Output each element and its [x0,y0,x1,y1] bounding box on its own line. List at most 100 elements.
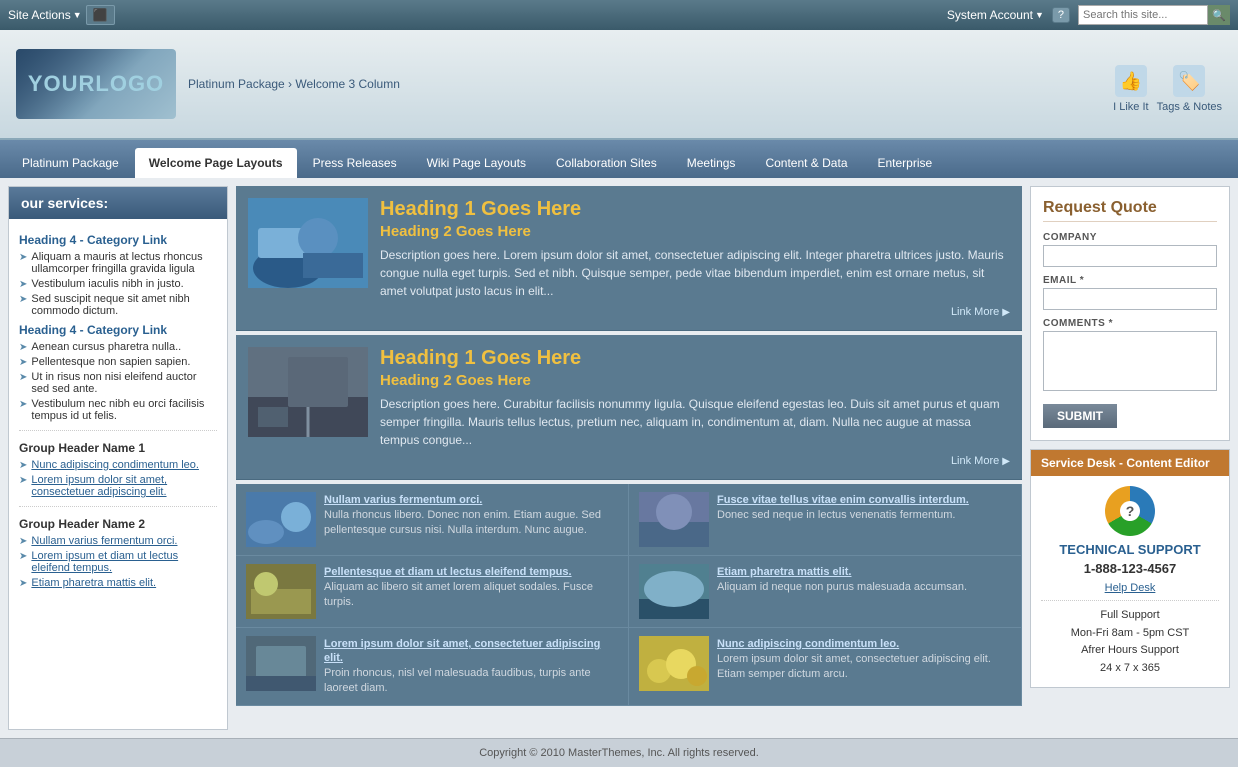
service-divider [1041,600,1219,601]
card-title-1[interactable]: Nullam varius fermentum orci. [324,494,482,506]
quote-form-box: Request Quote COMPANY EMAIL * COMMENTS *… [1030,186,1230,441]
help-desk-link[interactable]: Help Desk [1105,582,1156,594]
bullet-arrow-icon: ➤ [19,372,27,383]
bullet-item: ➤ Ut in risus non nisi eleifend auctor s… [19,371,217,395]
system-account-button[interactable]: System Account ▼ [947,8,1044,22]
bullet-arrow-icon: ➤ [19,342,27,353]
help-button[interactable]: ? [1052,7,1070,23]
bullet-item: ➤ Pellentesque non sapien sapien. [19,356,217,368]
card-text-1: Nullam varius fermentum orci. Nulla rhon… [324,492,618,539]
group-link[interactable]: Nunc adipiscing condimentum leo. [31,459,199,471]
support-icon: ? [1105,486,1155,536]
card-6: Nunc adipiscing condimentum leo. Lorem i… [629,628,1022,706]
bullet-item: ➤ Lorem ipsum dolor sit amet, consectetu… [19,474,217,498]
group-link[interactable]: Etiam pharetra mattis elit. [31,577,156,589]
card-svg-1 [246,492,316,547]
card-desc-6: Lorem ipsum dolor sit amet, consectetuer… [717,652,1011,683]
nav-tab-collab[interactable]: Collaboration Sites [542,148,671,178]
bullet-item: ➤ Nunc adipiscing condimentum leo. [19,459,217,471]
search-input[interactable] [1078,5,1208,25]
card-svg-3 [246,564,316,619]
card-text-4: Etiam pharetra mattis elit. Aliquam id n… [717,564,1011,595]
nav-tab-press[interactable]: Press Releases [299,148,411,178]
card-1: Nullam varius fermentum orci. Nulla rhon… [236,484,629,556]
group-link[interactable]: Nullam varius fermentum orci. [31,535,177,547]
nav-tab-enterprise[interactable]: Enterprise [864,148,947,178]
link-more-link-1[interactable]: Link More ▶ [951,306,1010,318]
company-input[interactable] [1043,245,1217,267]
service-phone: 1-888-123-4567 [1041,561,1219,576]
feature-text-2: Heading 1 Goes Here Heading 2 Goes Here … [380,347,1010,467]
group-link[interactable]: Lorem ipsum dolor sit amet, consectetuer… [31,474,217,498]
bullet-arrow-icon: ➤ [19,279,27,290]
bullet-item: ➤ Vestibulum nec nibh eu orci facilisis … [19,398,217,422]
link-arrow-icon: ▶ [1002,307,1010,318]
group-header-1: Group Header Name 1 [19,441,217,455]
sidebar-link-1[interactable]: Heading 4 - Category Link [19,233,217,247]
card-title-2[interactable]: Fusce vitae tellus vitae enim convallis … [717,494,969,506]
site-actions-arrow: ▼ [73,10,82,20]
divider [19,506,217,507]
footer-text: Copyright © 2010 MasterThemes, Inc. All … [479,747,759,759]
card-svg-2 [639,492,709,547]
nav-tab-wiki[interactable]: Wiki Page Layouts [413,148,540,178]
right-sidebar: Request Quote COMPANY EMAIL * COMMENTS *… [1030,186,1230,730]
bullet-text: Aliquam a mauris at lectus rhoncus ullam… [31,251,217,275]
site-actions-button[interactable]: Site Actions ▼ [8,8,82,22]
main-nav: Platinum Package Welcome Page Layouts Pr… [0,140,1238,178]
bullet-text: Ut in risus non nisi eleifend auctor sed… [31,371,217,395]
availability-text: 24 x 7 x 365 [1100,662,1160,674]
group-link[interactable]: Lorem ipsum et diam ut lectus eleifend t… [31,550,217,574]
card-image-4 [639,564,709,619]
tags-action[interactable]: 🏷️ Tags & Notes [1157,65,1222,113]
submit-button[interactable]: SUBMIT [1043,404,1117,428]
ilike-action[interactable]: 👍 I Like It [1113,65,1148,113]
card-3: Pellentesque et diam ut lectus eleifend … [236,556,629,628]
browse-button[interactable]: ⬛ [86,5,115,25]
card-title-5[interactable]: Lorem ipsum dolor sit amet, consectetuer… [324,638,600,664]
card-title-3[interactable]: Pellentesque et diam ut lectus eleifend … [324,566,572,578]
link-arrow-icon-2: ▶ [1002,456,1010,467]
sidebar-link-2[interactable]: Heading 4 - Category Link [19,323,217,337]
link-more-2: Link More ▶ [380,453,1010,467]
bullet-item: ➤ Lorem ipsum et diam ut lectus eleifend… [19,550,217,574]
page-footer: Copyright © 2010 MasterThemes, Inc. All … [0,738,1238,767]
bullet-text: Sed suscipit neque sit amet nibh commodo… [31,293,217,317]
card-svg-4 [639,564,709,619]
card-text-5: Lorem ipsum dolor sit amet, consectetuer… [324,636,618,697]
bullet-text: Aenean cursus pharetra nulla.. [31,341,181,353]
link-more-1: Link More ▶ [380,304,1010,318]
card-svg-6 [639,636,709,691]
site-header: YOURLOGO Platinum Package › Welcome 3 Co… [0,30,1238,140]
nav-tab-platinum[interactable]: Platinum Package [8,148,133,178]
card-svg-5 [246,636,316,691]
email-label: EMAIL * [1043,275,1217,286]
card-title-6[interactable]: Nunc adipiscing condimentum leo. [717,638,899,650]
top-bar: Site Actions ▼ ⬛ System Account ▼ ? 🔍 [0,0,1238,30]
tags-label: Tags & Notes [1157,101,1222,113]
comments-textarea[interactable] [1043,331,1217,391]
nav-tab-content[interactable]: Content & Data [751,148,861,178]
feature-image-2 [248,347,368,437]
email-input[interactable] [1043,288,1217,310]
nav-tab-meetings[interactable]: Meetings [673,148,750,178]
feature-text-1: Heading 1 Goes Here Heading 2 Goes Here … [380,198,1010,318]
search-button[interactable]: 🔍 [1208,5,1230,25]
card-text-3: Pellentesque et diam ut lectus eleifend … [324,564,618,611]
ilike-icon: 👍 [1115,65,1147,97]
full-support-label: Full Support [1100,609,1159,621]
hours-text: Mon-Fri 8am - 5pm CST [1071,627,1190,639]
nav-tab-welcome[interactable]: Welcome Page Layouts [135,148,297,178]
feature-heading1: Heading 1 Goes Here [380,198,1010,221]
card-text-6: Nunc adipiscing condimentum leo. Lorem i… [717,636,1011,683]
bullet-arrow-icon: ➤ [19,252,27,263]
header-actions: 👍 I Like It 🏷️ Tags & Notes [1113,55,1222,113]
service-desk-box: Service Desk - Content Editor ? TECHNICA… [1030,449,1230,688]
bullet-item: ➤ Vestibulum iaculis nibh in justo. [19,278,217,290]
search-box: 🔍 [1078,5,1230,25]
system-account-label: System Account [947,8,1033,22]
link-more-link-2[interactable]: Link More ▶ [951,455,1010,467]
bullet-text: Vestibulum iaculis nibh in justo. [31,278,183,290]
site-actions-label: Site Actions [8,8,71,22]
card-title-4[interactable]: Etiam pharetra mattis elit. [717,566,852,578]
